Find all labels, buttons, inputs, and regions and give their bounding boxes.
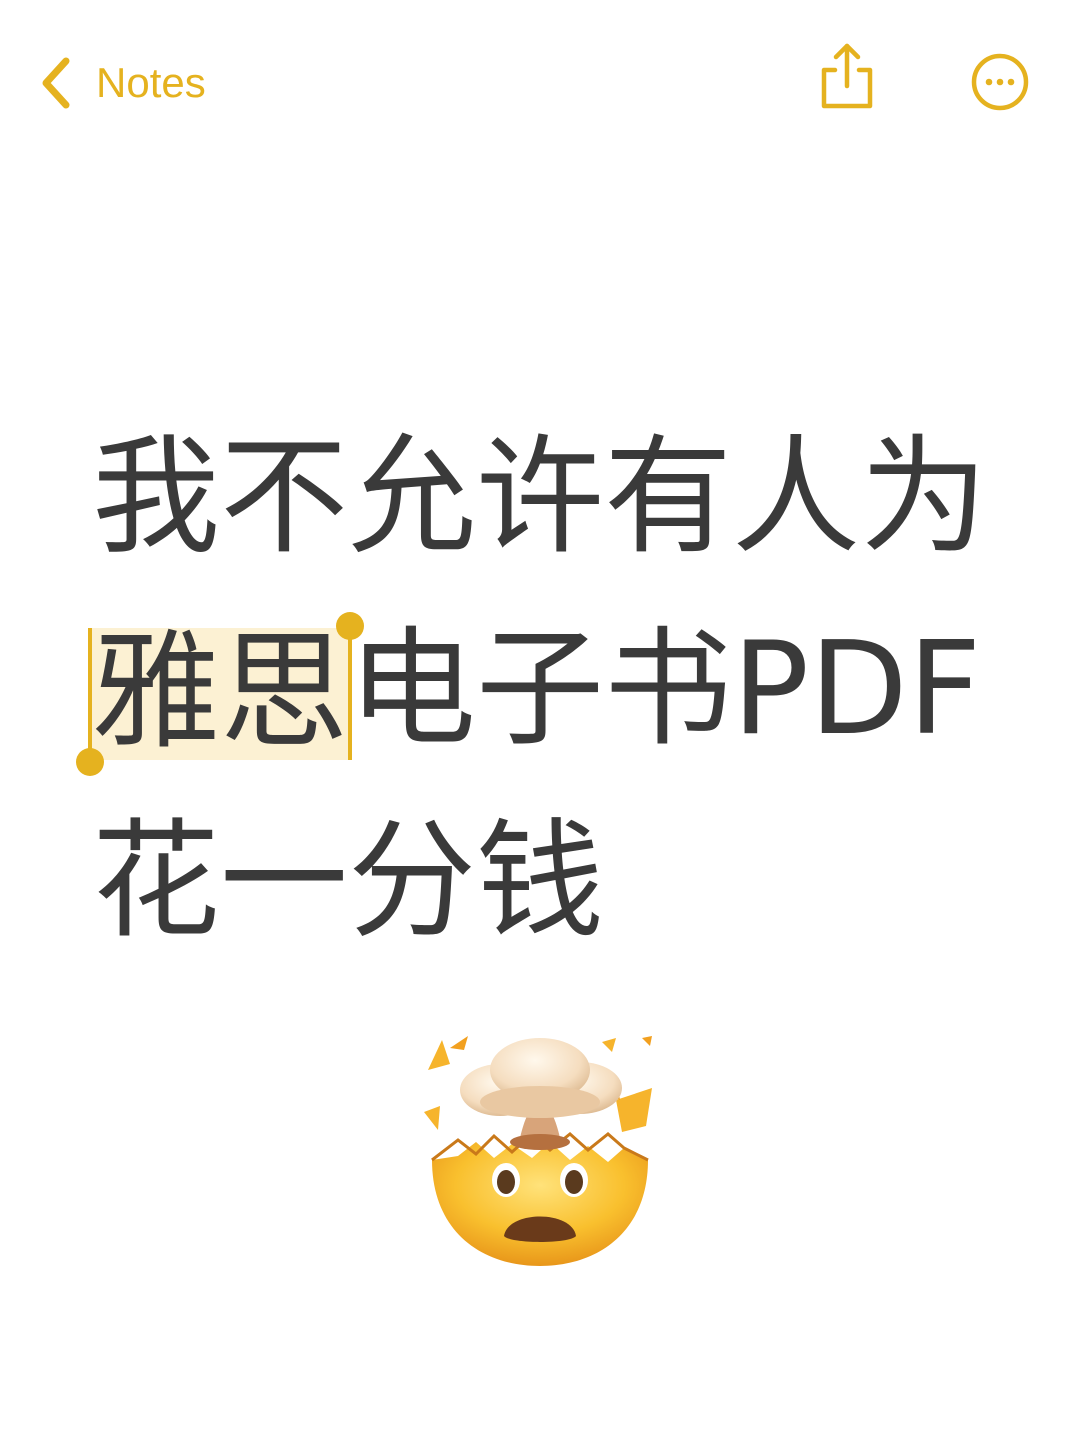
note-line-2-rest: 电子书PDF [348,615,982,764]
note-line-1: 我不允许有人为 [92,423,989,572]
ellipsis-circle-icon [971,53,1029,111]
share-button[interactable] [816,40,878,112]
share-icon [821,43,873,109]
selection-end-bar [348,627,353,760]
selected-text: 雅思 [92,617,349,767]
more-button[interactable] [970,52,1030,112]
exploding-head-icon [424,1036,652,1266]
back-button[interactable]: Notes [38,52,206,114]
note-body[interactable]: 我不允许有人为 雅思 电子书PDF 花一分钱 [76,402,1052,978]
text-selection[interactable]: 雅思 [76,611,365,776]
chevron-left-icon [42,57,70,109]
selection-start-handle[interactable] [76,747,104,776]
navigation-bar: Notes [0,0,1080,170]
selection-start-bar [88,627,92,760]
back-label: Notes [96,59,206,106]
selection-end-handle[interactable] [336,611,365,640]
note-line-3: 花一分钱 [92,807,605,956]
note-line-2: 雅思 电子书PDF [76,594,1052,786]
